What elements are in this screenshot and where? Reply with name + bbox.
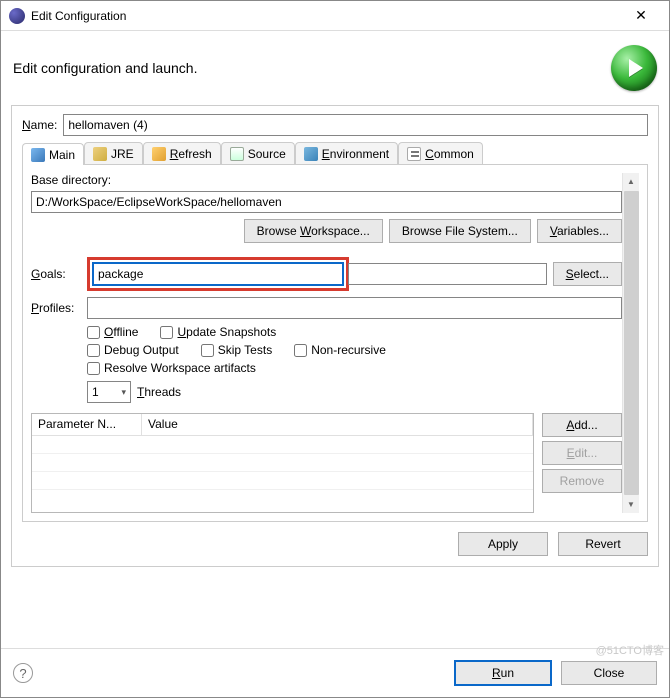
skip-tests-checkbox[interactable]: Skip Tests: [201, 343, 272, 357]
name-input[interactable]: [63, 114, 648, 136]
main-icon: [31, 148, 45, 162]
tab-common[interactable]: Common: [398, 142, 483, 164]
close-icon[interactable]: ✕: [621, 7, 661, 24]
param-header-name[interactable]: Parameter N...: [32, 414, 142, 435]
update-snapshots-checkbox[interactable]: Update Snapshots: [160, 325, 276, 339]
param-header-value[interactable]: Value: [142, 414, 533, 435]
goals-input-extension[interactable]: [348, 263, 547, 285]
scroll-thumb[interactable]: [624, 191, 639, 495]
refresh-icon: [152, 147, 166, 161]
common-icon: [407, 147, 421, 161]
run-button[interactable]: Run: [455, 661, 551, 685]
tab-environment[interactable]: Environment: [295, 142, 398, 164]
name-label: Name:: [22, 118, 57, 132]
variables-button[interactable]: Variables...: [537, 219, 622, 243]
scroll-up-icon[interactable]: ▲: [627, 173, 635, 190]
base-directory-input[interactable]: [31, 191, 622, 213]
revert-button[interactable]: Revert: [558, 532, 648, 556]
environment-icon: [304, 147, 318, 161]
eclipse-icon: [9, 8, 25, 24]
edit-button: Edit...: [542, 441, 622, 465]
table-row: [32, 436, 533, 454]
scroll-down-icon[interactable]: ▼: [627, 496, 635, 513]
threads-label: Threads: [137, 385, 181, 399]
resolve-workspace-checkbox[interactable]: Resolve Workspace artifacts: [87, 361, 600, 375]
table-row: [32, 454, 533, 472]
close-button[interactable]: Close: [561, 661, 657, 685]
base-directory-label: Base directory:: [31, 173, 622, 187]
goals-label: Goals:: [31, 267, 81, 281]
run-icon: [611, 45, 657, 91]
window-title: Edit Configuration: [31, 9, 621, 23]
chevron-down-icon: ▾: [121, 387, 126, 398]
non-recursive-checkbox[interactable]: Non-recursive: [294, 343, 386, 357]
page-headline: Edit configuration and launch.: [13, 60, 611, 76]
offline-checkbox[interactable]: Offline: [87, 325, 138, 339]
select-button[interactable]: Select...: [553, 262, 622, 286]
profiles-input[interactable]: [87, 297, 622, 319]
browse-filesystem-button[interactable]: Browse File System...: [389, 219, 531, 243]
parameters-table[interactable]: Parameter N... Value: [31, 413, 534, 513]
goals-input[interactable]: [93, 263, 343, 285]
tab-main[interactable]: Main: [22, 143, 84, 165]
tab-source[interactable]: Source: [221, 142, 295, 164]
add-button[interactable]: Add...: [542, 413, 622, 437]
help-icon[interactable]: ?: [13, 663, 33, 683]
goals-highlight-box: [87, 257, 349, 291]
tab-jre[interactable]: JRE: [84, 142, 143, 164]
browse-workspace-button[interactable]: Browse Workspace...: [244, 219, 383, 243]
source-icon: [230, 147, 244, 161]
tab-refresh[interactable]: Refresh: [143, 142, 221, 164]
table-row: [32, 472, 533, 490]
threads-combo[interactable]: 1 ▾: [87, 381, 131, 403]
debug-output-checkbox[interactable]: Debug Output: [87, 343, 179, 357]
remove-button: Remove: [542, 469, 622, 493]
profiles-label: Profiles:: [31, 301, 81, 315]
apply-button[interactable]: Apply: [458, 532, 548, 556]
watermark-text: @51CTO博客: [596, 642, 664, 658]
jre-icon: [93, 147, 107, 161]
vertical-scrollbar[interactable]: ▲ ▼: [622, 173, 639, 513]
